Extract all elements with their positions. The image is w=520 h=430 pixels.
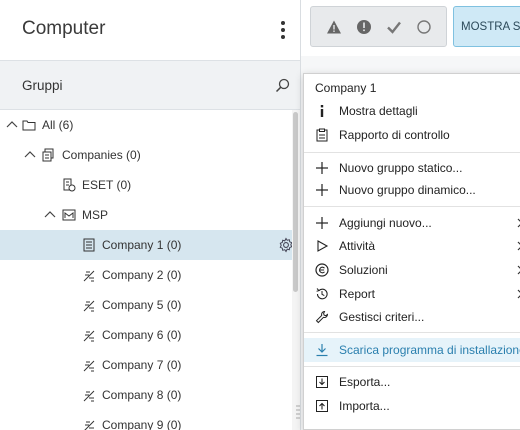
mostra-button[interactable]: MOSTRA SO xyxy=(453,6,520,47)
groups-label: Gruppi xyxy=(22,78,63,93)
menu-item-label: Aggiungi nuovo... xyxy=(339,216,432,230)
context-menu: Company 1 Mostra dettagli Rapporto di co… xyxy=(303,73,520,430)
panel-header: Computer xyxy=(0,0,300,60)
chevron-up-icon[interactable] xyxy=(6,119,18,131)
menu-item-label: Rapporto di controllo xyxy=(339,128,450,142)
info-icon xyxy=(320,105,324,117)
chevron-right-icon xyxy=(517,241,520,251)
tree-row-company-5[interactable]: Company 5 (0) xyxy=(0,290,292,320)
menu-item-label: Mostra dettagli xyxy=(339,104,418,118)
tree-row-company-1[interactable]: Company 1 (0) xyxy=(0,230,292,260)
tree-row-label: Company 7 (0) xyxy=(102,358,182,372)
search-icon[interactable] xyxy=(274,77,292,95)
clipboard-icon xyxy=(316,128,328,142)
tree-row-company-6[interactable]: Company 6 (0) xyxy=(0,320,292,350)
menu-item-label: Esporta... xyxy=(339,375,391,389)
page-title: Computer xyxy=(22,18,106,39)
menu-item-label: Attività xyxy=(339,239,376,253)
menu-separator xyxy=(304,152,520,153)
history-icon xyxy=(316,288,328,300)
menu-separator xyxy=(304,206,520,207)
menu-separator xyxy=(304,332,520,333)
groups-bar: Gruppi xyxy=(0,60,300,110)
tree-row-companies[interactable]: Companies (0) xyxy=(0,140,292,170)
chevron-right-icon xyxy=(517,289,520,299)
menu-item-label: Nuovo gruppo statico... xyxy=(339,161,463,175)
tree-row-msp[interactable]: MSP xyxy=(0,200,292,230)
tree-row-label: Company 9 (0) xyxy=(102,418,182,430)
menu-item-label: Soluzioni xyxy=(339,263,388,277)
status-filter-group xyxy=(310,6,447,47)
menu-item-aggiungi-nuovo[interactable]: Aggiungi nuovo... xyxy=(304,211,520,235)
tree-row-label: Company 1 (0) xyxy=(102,238,182,252)
menu-item-label: Report xyxy=(339,287,376,301)
menu-item-rapporto-controllo[interactable]: Rapporto di controllo xyxy=(304,123,520,147)
tree-row-label: ESET (0) xyxy=(82,178,132,192)
tree-row-company-2[interactable]: Company 2 (0) xyxy=(0,260,292,290)
plus-icon xyxy=(316,217,328,229)
menu-item-scarica-installazione[interactable]: Scarica programma di installazione xyxy=(304,338,520,362)
menu-item-gestisci-criteri[interactable]: Gestisci criteri... xyxy=(304,305,520,329)
tree-row-label: Company 8 (0) xyxy=(102,388,182,402)
menu-item-report[interactable]: Report xyxy=(304,282,520,306)
menu-item-mostra-dettagli[interactable]: Mostra dettagli xyxy=(304,99,520,123)
tree-row-label: Company 2 (0) xyxy=(102,268,182,282)
tree-row-company-9[interactable]: Company 9 (0) xyxy=(0,410,292,430)
menu-item-importa[interactable]: Importa... xyxy=(304,394,520,418)
tree-row-label: Company 6 (0) xyxy=(102,328,182,342)
tree-row-label: All (6) xyxy=(42,118,74,132)
menu-item-label: Scarica programma di installazione xyxy=(339,343,520,357)
menu-item-soluzioni[interactable]: Soluzioni xyxy=(304,258,520,282)
left-panel: Computer Gruppi All (6) Companies (0) ES… xyxy=(0,0,300,430)
tree-row-all[interactable]: All (6) xyxy=(0,110,292,140)
companies-icon xyxy=(42,148,54,162)
menu-item-label: Importa... xyxy=(339,399,390,413)
context-menu-header: Company 1 xyxy=(315,81,377,95)
chevron-right-icon xyxy=(517,265,520,275)
company-icon xyxy=(83,270,95,282)
menu-item-nuovo-gruppo-statico[interactable]: Nuovo gruppo statico... xyxy=(304,156,520,180)
import-icon xyxy=(316,400,328,412)
tree-row-company-7[interactable]: Company 7 (0) xyxy=(0,350,292,380)
company-icon xyxy=(83,300,95,312)
msp-icon xyxy=(62,209,76,221)
tree-row-label: MSP xyxy=(82,208,109,222)
menu-item-label: Nuovo gruppo dinamico... xyxy=(339,183,476,197)
tree-row-label: Company 5 (0) xyxy=(102,298,182,312)
solutions-icon xyxy=(315,263,329,277)
company-icon xyxy=(84,420,95,430)
tree-row-label: Companies (0) xyxy=(62,148,141,162)
folder-icon xyxy=(22,120,36,131)
company-icon xyxy=(83,330,95,342)
error-icon[interactable] xyxy=(356,19,372,35)
tree-row-eset[interactable]: ESET (0) xyxy=(0,170,292,200)
download-icon xyxy=(316,344,328,357)
plus-icon xyxy=(316,184,328,196)
tree-row-company-8[interactable]: Company 8 (0) xyxy=(0,380,292,410)
plus-icon xyxy=(316,162,328,174)
menu-item-esporta[interactable]: Esporta... xyxy=(304,370,520,394)
group-tree: All (6) Companies (0) ESET (0) MSP Compa… xyxy=(0,110,292,430)
company-icon xyxy=(63,178,76,192)
chevron-up-icon[interactable] xyxy=(44,209,56,221)
menu-item-label: Gestisci criteri... xyxy=(339,310,425,324)
menu-item-attivita[interactable]: Attività xyxy=(304,234,520,258)
company-icon xyxy=(83,360,95,372)
more-options-icon[interactable] xyxy=(275,19,291,41)
tree-scrollbar-thumb[interactable] xyxy=(293,112,298,292)
company-icon xyxy=(83,390,95,402)
play-icon xyxy=(317,240,329,252)
check-icon[interactable] xyxy=(386,19,402,35)
circle-icon[interactable] xyxy=(416,19,432,35)
chevron-up-icon[interactable] xyxy=(24,149,36,161)
building-icon xyxy=(83,238,95,252)
wrench-icon xyxy=(315,310,329,324)
menu-item-nuovo-gruppo-dinamico[interactable]: Nuovo gruppo dinamico... xyxy=(304,178,520,202)
gear-icon[interactable] xyxy=(278,237,292,253)
export-icon xyxy=(316,376,328,388)
warning-icon[interactable] xyxy=(326,19,342,35)
menu-separator xyxy=(304,366,520,367)
chevron-right-icon xyxy=(517,218,520,228)
